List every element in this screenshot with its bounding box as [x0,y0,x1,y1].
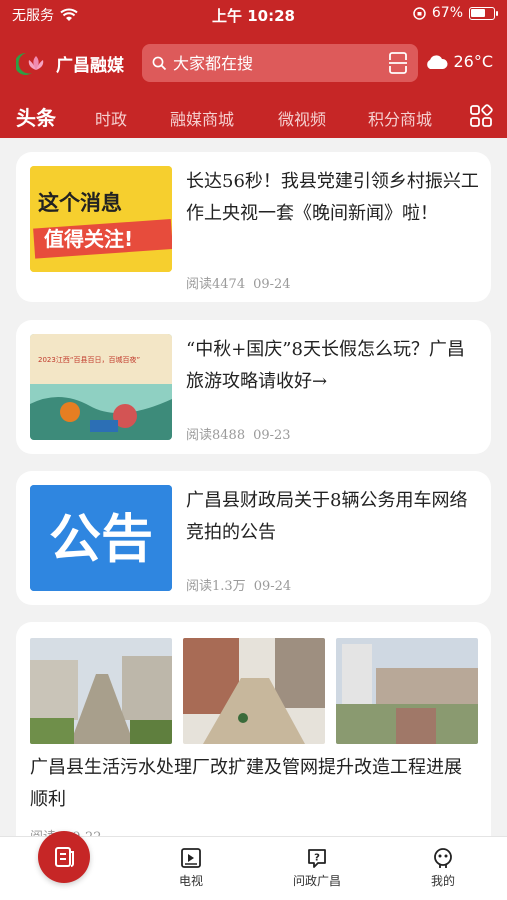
search-bar[interactable] [142,44,418,82]
tab-toutiao[interactable]: 头条 [16,102,56,131]
app-header: 无服务 上午 10:28 67% 广昌融媒 大家都在搜 26°C 头条 时政 融… [0,0,507,138]
news-meta: 阅读8488 09-23 [186,424,291,443]
weather-widget[interactable]: 26°C [424,52,493,71]
thumbnail-caption-1: 这个消息 [38,191,122,215]
publish-date: 09-24 [253,579,292,594]
app-logo: 广昌融媒 [16,50,124,76]
news-title: 广昌县财政局关于8辆公务用车网络竞拍的公告 [186,490,468,543]
thumbnail-caption: 2023江西“百县百日，百城百夜” [38,355,140,364]
nav-profile[interactable]: 我的 [403,847,483,889]
weather-temperature: 26°C [453,52,493,71]
news-feed: 这个消息 值得关注! 长达56秒！我县党建引领乡村振兴工作上央视一套《晚间新闻》… [0,138,507,838]
app-name: 广昌融媒 [56,55,124,76]
tab-rongmei-mall[interactable]: 融媒商城 [170,106,234,130]
publish-date: 09-24 [253,277,291,292]
bottom-navigation: 电视 ? 问政广昌 我的 [0,831,507,900]
news-card[interactable]: 公告 广昌县财政局关于8辆公务用车网络竞拍的公告 阅读1.3万 09-24 [16,471,491,605]
news-photo [30,638,172,744]
tv-icon [181,848,201,868]
search-input[interactable] [173,53,383,73]
search-icon [152,56,167,70]
more-channels-icon[interactable] [469,104,493,128]
news-title: 广昌县生活污水处理厂改扩建及管网提升改造工程进展顺利 [30,757,462,810]
home-news-icon [55,847,74,867]
news-photo [183,638,325,744]
news-thumbnail: 这个消息 值得关注! [30,166,172,272]
thumbnail-graphic: 公告 [30,485,172,591]
tab-points-mall[interactable]: 积分商城 [368,106,432,130]
news-meta: 阅读4474 09-24 [186,273,291,292]
news-title: “中秋+国庆”8天长假怎么玩？广昌旅游攻略请收好→ [186,339,465,392]
profile-icon [434,848,452,868]
battery-icon [469,6,498,20]
news-card-gallery[interactable]: 广昌县生活污水处理厂改扩建及管网提升改造工程进展顺利 阅读 09-22 [16,622,491,838]
news-thumbnail: 2023江西“百县百日，百城百夜” [30,334,172,440]
status-bar: 无服务 上午 10:28 67% [0,0,507,28]
thumbnail-caption-2: 值得关注! [44,227,133,251]
nav-profile-label: 我的 [430,874,455,888]
nav-home-button[interactable] [38,831,90,883]
read-count: 阅读8488 [186,428,246,443]
lotus-logo-icon [16,52,44,75]
svg-text:?: ? [314,853,320,864]
nav-tv[interactable]: 电视 [151,847,231,889]
nav-tv-label: 电视 [178,874,203,888]
news-thumbnail: 公告 [30,485,172,591]
news-meta: 阅读1.3万 09-24 [186,575,291,594]
news-card[interactable]: 2023江西“百县百日，百城百夜” “中秋+国庆”8天长假怎么玩？广昌旅游攻略请… [16,320,491,454]
cloud-icon [427,54,448,69]
thumbnail-graphic: 这个消息 值得关注! [30,166,172,272]
battery-level [471,8,485,17]
read-count: 阅读1.3万 [186,579,246,594]
read-count: 阅读4474 [186,277,246,292]
scan-icon[interactable] [388,52,408,74]
thumbnail-graphic: 2023江西“百县百日，百城百夜” [30,334,172,440]
news-card[interactable]: 这个消息 值得关注! 长达56秒！我县党建引领乡村振兴工作上央视一套《晚间新闻》… [16,152,491,302]
question-icon: ? [308,849,326,868]
publish-date: 09-23 [253,428,291,443]
thumbnail-caption: 公告 [49,510,153,570]
news-title: 长达56秒！我县党建引领乡村振兴工作上央视一套《晚间新闻》啦！ [186,171,479,224]
status-right: 67% [413,5,498,21]
orientation-lock-icon [413,6,426,20]
tab-micro-video[interactable]: 微视频 [278,106,326,130]
news-photo [336,638,478,744]
nav-inquiry[interactable]: ? 问政广昌 [277,847,357,889]
nav-inquiry-label: 问政广昌 [292,874,341,888]
category-tabs: 头条 时政 融媒商城 微视频 积分商城 [0,98,507,138]
tab-shizheng[interactable]: 时政 [95,106,127,130]
battery-percent: 67% [431,5,463,21]
